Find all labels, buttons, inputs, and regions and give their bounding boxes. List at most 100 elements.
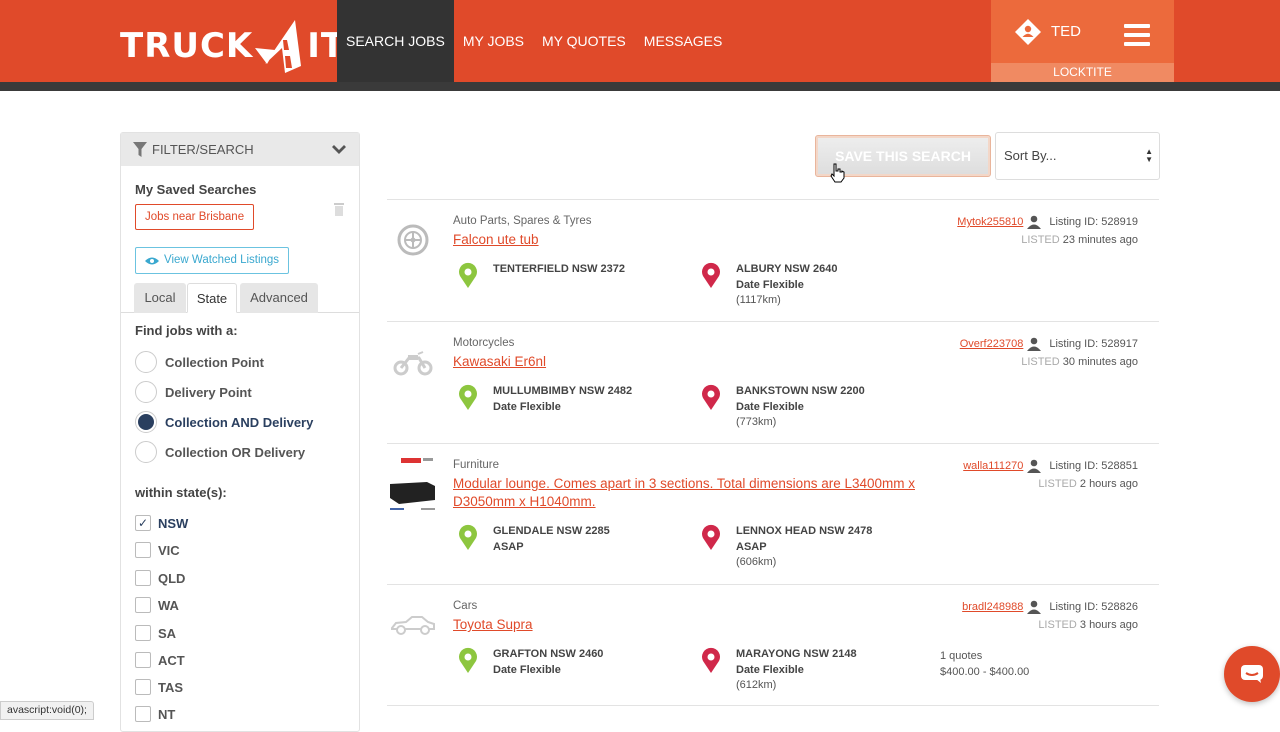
radio-label: Collection Point <box>165 354 264 370</box>
state-checkbox-tas[interactable]: TAS <box>135 679 183 695</box>
nav-search-jobs[interactable]: SEARCH JOBS <box>337 0 454 82</box>
checkbox[interactable] <box>135 679 151 695</box>
listing-id: Listing ID: 528917 <box>1049 338 1138 350</box>
checkbox[interactable]: ✓ <box>135 515 151 531</box>
saved-searches-title: My Saved Searches <box>135 182 257 197</box>
tab-advanced[interactable]: Advanced <box>240 283 318 313</box>
person-icon <box>1027 459 1042 473</box>
nav-my-quotes[interactable]: MY QUOTES <box>533 0 635 82</box>
trash-icon[interactable] <box>333 202 345 216</box>
dropoff-pin-icon <box>702 384 720 410</box>
person-icon <box>1027 600 1042 614</box>
truckit-logo[interactable]: TRUCK IT <box>120 18 345 74</box>
user-menu[interactable]: TED LOCKTITE <box>991 0 1174 82</box>
user-avatar-icon <box>1015 18 1041 45</box>
pickup-when: Date Flexible <box>493 400 561 413</box>
pickup-location: MULLUMBIMBY NSW 2482 Date Flexible <box>457 384 632 415</box>
pickup-place: GLENDALE NSW 2285 <box>493 525 610 537</box>
listing-meta: Overf223708 Listing ID: 528917 LISTED 30… <box>960 337 1138 368</box>
main-nav: SEARCH JOBS MY JOBS MY QUOTES MESSAGES <box>337 0 731 82</box>
listing-title-link[interactable]: Modular lounge. Comes apart in 3 section… <box>453 475 923 511</box>
dropoff-location: ALBURY NSW 2640 Date Flexible (1117km) <box>700 262 837 309</box>
quotes-summary: 1 quotes $400.00 - $400.00 <box>940 648 1029 680</box>
browser-status-bar: avascript:void(0); <box>0 701 94 720</box>
view-watched-listings-button[interactable]: View Watched Listings <box>135 247 290 274</box>
checkbox[interactable] <box>135 542 151 558</box>
eye-icon <box>145 257 159 264</box>
listing-category: Motorcycles <box>453 337 515 349</box>
poster-username-link[interactable]: Overf223708 <box>960 338 1024 350</box>
radio-button[interactable] <box>135 351 157 373</box>
lounge-photo <box>387 456 439 514</box>
dropoff-place: BANKSTOWN NSW 2200 <box>736 385 865 397</box>
poster-username-link[interactable]: bradl248988 <box>962 601 1023 613</box>
radio-label: Delivery Point <box>165 384 252 400</box>
listing-title-link[interactable]: Kawasaki Er6nl <box>453 353 923 371</box>
dropoff-location: LENNOX HEAD NSW 2478 ASAP (606km) <box>700 524 872 571</box>
saved-search-chip[interactable]: Jobs near Brisbane <box>135 204 255 230</box>
filter-toggle[interactable]: FILTER/SEARCH <box>121 133 359 166</box>
sort-by-select[interactable]: Sort By... ▲ ▼ <box>995 132 1160 180</box>
motorcycle-icon <box>387 340 439 384</box>
state-checkbox-qld[interactable]: QLD <box>135 570 185 586</box>
checkbox[interactable] <box>135 597 151 613</box>
tab-state[interactable]: State <box>187 283 237 313</box>
poster-username-link[interactable]: Mytok255810 <box>957 216 1023 228</box>
listing-id: Listing ID: 528919 <box>1049 216 1138 228</box>
checkbox[interactable] <box>135 652 151 668</box>
chevron-down-icon <box>332 145 346 154</box>
radio-button[interactable] <box>135 411 157 433</box>
dropoff-when: Date Flexible <box>736 278 804 291</box>
pickup-pin-icon <box>459 262 477 288</box>
listed-label: LISTED <box>1038 478 1077 490</box>
radio-collection-or-delivery[interactable]: Collection OR Delivery <box>135 441 305 463</box>
listing-meta: walla111270 Listing ID: 528851 LISTED 2 … <box>963 459 1138 490</box>
distance: (612km) <box>736 679 777 691</box>
checkbox[interactable] <box>135 570 151 586</box>
header-divider <box>0 82 1280 91</box>
sort-label: Sort By... <box>1004 148 1057 163</box>
watched-label: View Watched Listings <box>164 254 280 266</box>
within-states-title: within state(s): <box>135 485 227 500</box>
dropoff-location: MARAYONG NSW 2148 Date Flexible (612km) <box>700 647 857 694</box>
top-header: TRUCK IT SEARCH JOBS MY JOBS MY QUOTES M… <box>0 0 1280 82</box>
checkbox-label: NSW <box>158 515 189 531</box>
person-icon <box>1027 337 1042 351</box>
listing-title-link[interactable]: Falcon ute tub <box>453 231 923 249</box>
state-checkbox-wa[interactable]: WA <box>135 597 179 613</box>
state-checkbox-act[interactable]: ACT <box>135 652 185 668</box>
checkbox-label: WA <box>158 597 179 613</box>
state-checkbox-vic[interactable]: VIC <box>135 542 180 558</box>
checkbox-label: TAS <box>158 679 184 695</box>
dropoff-place: LENNOX HEAD NSW 2478 <box>736 525 873 537</box>
pickup-place: GRAFTON NSW 2460 <box>493 648 604 660</box>
listing-row: Cars Toyota Supra GRAFTON NSW 2460 Date … <box>387 584 1159 706</box>
dropoff-pin-icon <box>702 647 720 673</box>
chat-launcher-button[interactable] <box>1224 646 1280 702</box>
poster-username-link[interactable]: walla111270 <box>963 460 1023 472</box>
nav-messages[interactable]: MESSAGES <box>635 0 732 82</box>
state-checkbox-sa[interactable]: SA <box>135 625 176 641</box>
radio-delivery-point[interactable]: Delivery Point <box>135 381 252 403</box>
dropoff-pin-icon <box>702 262 720 288</box>
radio-button[interactable] <box>135 441 157 463</box>
hamburger-menu-icon[interactable] <box>1124 24 1150 46</box>
filter-tabs: Local State Advanced <box>121 283 359 313</box>
radio-collection-and-delivery[interactable]: Collection AND Delivery <box>135 411 313 433</box>
tab-local[interactable]: Local <box>134 283 186 313</box>
nav-my-jobs[interactable]: MY JOBS <box>454 0 533 82</box>
checkbox-label: VIC <box>158 542 180 558</box>
listing-title-link[interactable]: Toyota Supra <box>453 616 923 634</box>
radio-button[interactable] <box>135 381 157 403</box>
checkbox-label: SA <box>158 625 177 641</box>
quote-count: 1 quotes <box>940 650 983 662</box>
checkbox[interactable] <box>135 625 151 641</box>
checkbox-label: ACT <box>158 652 185 668</box>
listing-category: Cars <box>453 600 478 612</box>
listing-meta: Mytok255810 Listing ID: 528919 LISTED 23… <box>957 215 1138 246</box>
radio-collection-point[interactable]: Collection Point <box>135 351 264 373</box>
user-name: TED <box>1051 23 1081 40</box>
listing-id: Listing ID: 528851 <box>1049 460 1138 472</box>
dropoff-place: MARAYONG NSW 2148 <box>736 648 857 660</box>
state-checkbox-nsw[interactable]: ✓ NSW <box>135 515 188 531</box>
